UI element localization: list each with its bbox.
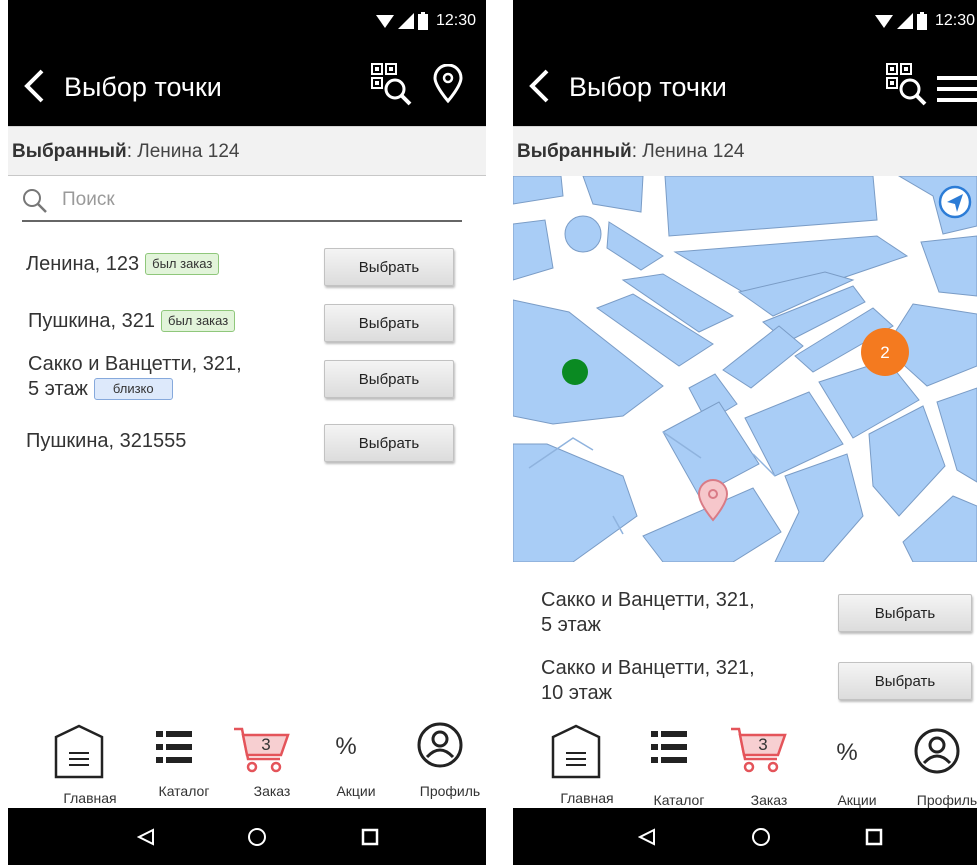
selected-value: : Ленина 124 — [631, 141, 745, 162]
item-address: Ленина, 123 — [26, 253, 140, 275]
phone-screen-list: 12:30 Выбор точки Выбранный: Ленина 124 … — [8, 0, 486, 865]
item-address: Сакко и Ванцетти, 321, — [541, 657, 755, 679]
status-bar: 12:30 — [513, 0, 977, 44]
back-arrow-icon[interactable] — [22, 68, 46, 104]
signal-icon — [896, 13, 913, 29]
percent-icon: % — [335, 733, 357, 760]
qr-scan-icon[interactable] — [370, 62, 414, 106]
status-bar: 12:30 — [8, 0, 486, 44]
cluster-count: 2 — [880, 343, 889, 362]
item-address: Пушкина, 321555 — [26, 430, 187, 452]
page-title: Выбор точки — [569, 72, 727, 102]
qr-scan-icon[interactable] — [885, 62, 929, 106]
select-button[interactable]: Выбрать — [838, 594, 972, 632]
nav-label: Каталог — [653, 792, 705, 808]
page-title: Выбор точки — [64, 72, 222, 102]
profile-icon — [914, 728, 960, 774]
nav-label: Главная — [63, 790, 117, 806]
wifi-icon — [375, 15, 394, 28]
select-button[interactable]: Выбрать — [838, 662, 972, 700]
select-button[interactable]: Выбрать — [324, 304, 454, 342]
app-bar: Выбор точки — [513, 44, 977, 126]
selected-value: : Ленина 124 — [126, 141, 240, 162]
profile-icon — [417, 722, 463, 768]
search-icon — [23, 189, 47, 213]
system-back-icon[interactable] — [137, 828, 155, 846]
map-canvas[interactable]: 2 — [513, 176, 977, 562]
item-address: Сакко и Ванцетти, 321, — [541, 589, 755, 611]
map-view[interactable]: 2 — [513, 176, 977, 562]
wifi-icon — [874, 15, 893, 28]
selected-point-bar: Выбранный: Ленина 124 — [8, 126, 486, 176]
system-home-icon[interactable] — [751, 827, 771, 847]
status-icons: 12:30 — [874, 12, 975, 30]
selected-point-bar: Выбранный: Ленина 124 — [513, 126, 977, 176]
home-icon — [54, 724, 104, 779]
my-location-button[interactable] — [938, 185, 972, 219]
select-button[interactable]: Выбрать — [324, 248, 454, 286]
status-time: 12:30 — [934, 12, 975, 29]
nav-label: Заказ — [750, 792, 788, 808]
home-icon — [551, 724, 601, 779]
item-floor: 10 этаж — [541, 682, 613, 704]
bottom-nav: Главная Каталог 3 Заказ % Акции Профиль — [513, 713, 977, 809]
current-point-marker[interactable] — [562, 359, 588, 385]
selected-label: Выбранный — [517, 141, 632, 162]
ordered-badge: был заказ — [161, 310, 236, 332]
select-button[interactable]: Выбрать — [324, 424, 454, 462]
catalog-list-icon — [156, 731, 192, 763]
bottom-nav: Главная Каталог 3 Заказ % Акции Профиль — [8, 713, 486, 809]
battery-icon — [916, 12, 927, 30]
menu-icon[interactable] — [937, 76, 977, 102]
status-time: 12:30 — [435, 12, 476, 29]
nearby-badge: близко — [93, 378, 173, 400]
item-address: Пушкина, 321 — [28, 310, 155, 332]
system-nav-bar — [513, 808, 977, 865]
item-floor: 5 этаж — [541, 614, 601, 636]
phone-screen-map: 12:30 Выбор точки Выбранный: Ленина 124 — [513, 0, 977, 865]
cart-count: 3 — [758, 735, 768, 754]
search-placeholder: Поиск — [62, 189, 115, 210]
item-address: Сакко и Ванцетти, 321, — [28, 353, 242, 375]
nav-label: Профиль — [419, 783, 481, 799]
system-recents-icon[interactable] — [865, 828, 883, 846]
system-back-icon[interactable] — [638, 828, 656, 846]
signal-icon — [397, 13, 414, 29]
cart-count: 3 — [261, 735, 271, 754]
system-home-icon[interactable] — [247, 827, 267, 847]
selected-label: Выбранный — [12, 141, 127, 162]
system-recents-icon[interactable] — [361, 828, 379, 846]
status-icons: 12:30 — [375, 12, 476, 30]
select-button[interactable]: Выбрать — [324, 360, 454, 398]
nav-label: Каталог — [158, 783, 210, 799]
nav-label: Профиль — [916, 792, 977, 808]
nav-label: Акции — [336, 783, 376, 799]
system-nav-bar — [8, 808, 486, 865]
battery-icon — [417, 12, 428, 30]
location-pin-icon[interactable] — [432, 64, 464, 104]
item-floor: 5 этаж — [28, 378, 88, 400]
back-arrow-icon[interactable] — [527, 68, 551, 104]
percent-icon: % — [836, 739, 858, 766]
ordered-badge: был заказ — [145, 253, 220, 275]
search-input[interactable]: Поиск — [22, 180, 462, 222]
app-bar: Выбор точки — [8, 44, 486, 126]
catalog-list-icon — [651, 731, 687, 763]
nav-label: Акции — [837, 792, 877, 808]
nav-label: Главная — [560, 790, 614, 806]
